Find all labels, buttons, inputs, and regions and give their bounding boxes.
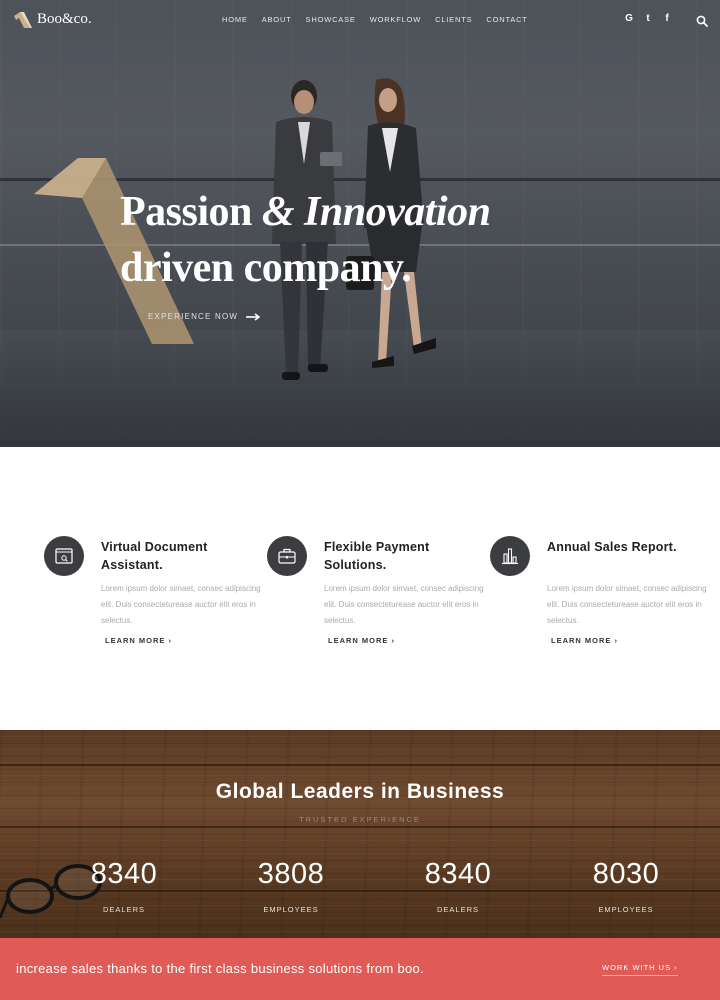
experience-now-button[interactable]: EXPERIENCE NOW [148, 312, 261, 321]
feature-text: Lorem ipsum dolor simaet, consec adipisc… [547, 584, 707, 625]
stat-item: 3808 EMPLOYEES [221, 858, 361, 914]
learn-more-link[interactable]: LEARN MORE › [551, 636, 618, 645]
stat-value: 8030 [592, 858, 660, 890]
cta-bar-text: increase sales thanks to the first class… [16, 961, 424, 976]
nav-item-home[interactable]: HOME [222, 15, 248, 24]
cta-bar: increase sales thanks to the first class… [0, 938, 720, 1000]
search-icon[interactable] [696, 15, 708, 27]
wood-plank-seam [0, 826, 720, 828]
learn-more-link[interactable]: LEARN MORE › [105, 636, 172, 645]
stat-label: EMPLOYEES [263, 905, 319, 914]
nav-item-contact[interactable]: CONTACT [486, 15, 527, 24]
nav-item-clients[interactable]: CLIENTS [435, 15, 472, 24]
nav-item-showcase[interactable]: SHOWCASE [306, 15, 356, 24]
twitter-icon[interactable]: t [643, 13, 653, 24]
experience-now-label: EXPERIENCE NOW [148, 312, 239, 321]
stats-section: Global Leaders in Business TRUSTED EXPER… [0, 730, 720, 938]
stat-item: 8340 DEALERS [388, 858, 528, 914]
stats-subtitle: TRUSTED EXPERIENCE [299, 815, 421, 824]
headline-line2: driven company. [120, 245, 412, 291]
headline-innovation: Innovation [304, 189, 491, 235]
logo[interactable]: Boo&co. [14, 11, 92, 28]
feature-title: Virtual Document Assistant. [101, 540, 208, 572]
headline-passion: Passion [120, 189, 262, 235]
feature-title: Annual Sales Report. [547, 540, 677, 554]
nav-item-workflow[interactable]: WORKFLOW [370, 15, 421, 24]
main-menu: HOME ABOUT SHOWCASE WORKFLOW CLIENTS CON… [222, 15, 542, 24]
headline-ampersand: & [261, 189, 305, 235]
logo-text: Boo&co. [37, 11, 92, 27]
bar-chart-icon [490, 536, 530, 576]
stat-value: 8340 [424, 858, 492, 890]
learn-more-link[interactable]: LEARN MORE › [328, 636, 395, 645]
arrow-right-icon [246, 312, 261, 321]
hero-section: Boo&co. HOME ABOUT SHOWCASE WORKFLOW CLI… [0, 0, 720, 447]
feature-text: Lorem ipsum dolor simaet, consec adipisc… [101, 584, 261, 625]
stat-item: 8340 DEALERS [54, 858, 194, 914]
document-icon [44, 536, 84, 576]
feature-title: Flexible Payment Solutions. [324, 540, 430, 572]
stat-label: DEALERS [436, 905, 479, 914]
stat-label: EMPLOYEES [598, 905, 654, 914]
facebook-icon[interactable]: f [662, 13, 672, 24]
logo-mark-icon [14, 11, 32, 28]
stat-label: DEALERS [102, 905, 145, 914]
social-links: G t f [624, 13, 672, 24]
wood-plank-seam [0, 764, 720, 766]
feature-text: Lorem ipsum dolor simaet, consec adipisc… [324, 584, 484, 625]
work-with-us-link[interactable]: WORK WITH US › [602, 963, 678, 976]
briefcase-icon [267, 536, 307, 576]
top-nav: Boo&co. HOME ABOUT SHOWCASE WORKFLOW CLI… [0, 0, 720, 42]
features-section: Virtual Document Assistant. Lorem ipsum … [0, 447, 720, 730]
hero-headline: Passion & Innovation driven company. [120, 184, 491, 296]
google-icon[interactable]: G [624, 13, 634, 24]
nav-item-about[interactable]: ABOUT [262, 15, 292, 24]
stats-title: Global Leaders in Business [215, 780, 505, 803]
stat-item: 8030 EMPLOYEES [556, 858, 696, 914]
stat-value: 3808 [257, 858, 325, 890]
stat-value: 8340 [90, 858, 158, 890]
